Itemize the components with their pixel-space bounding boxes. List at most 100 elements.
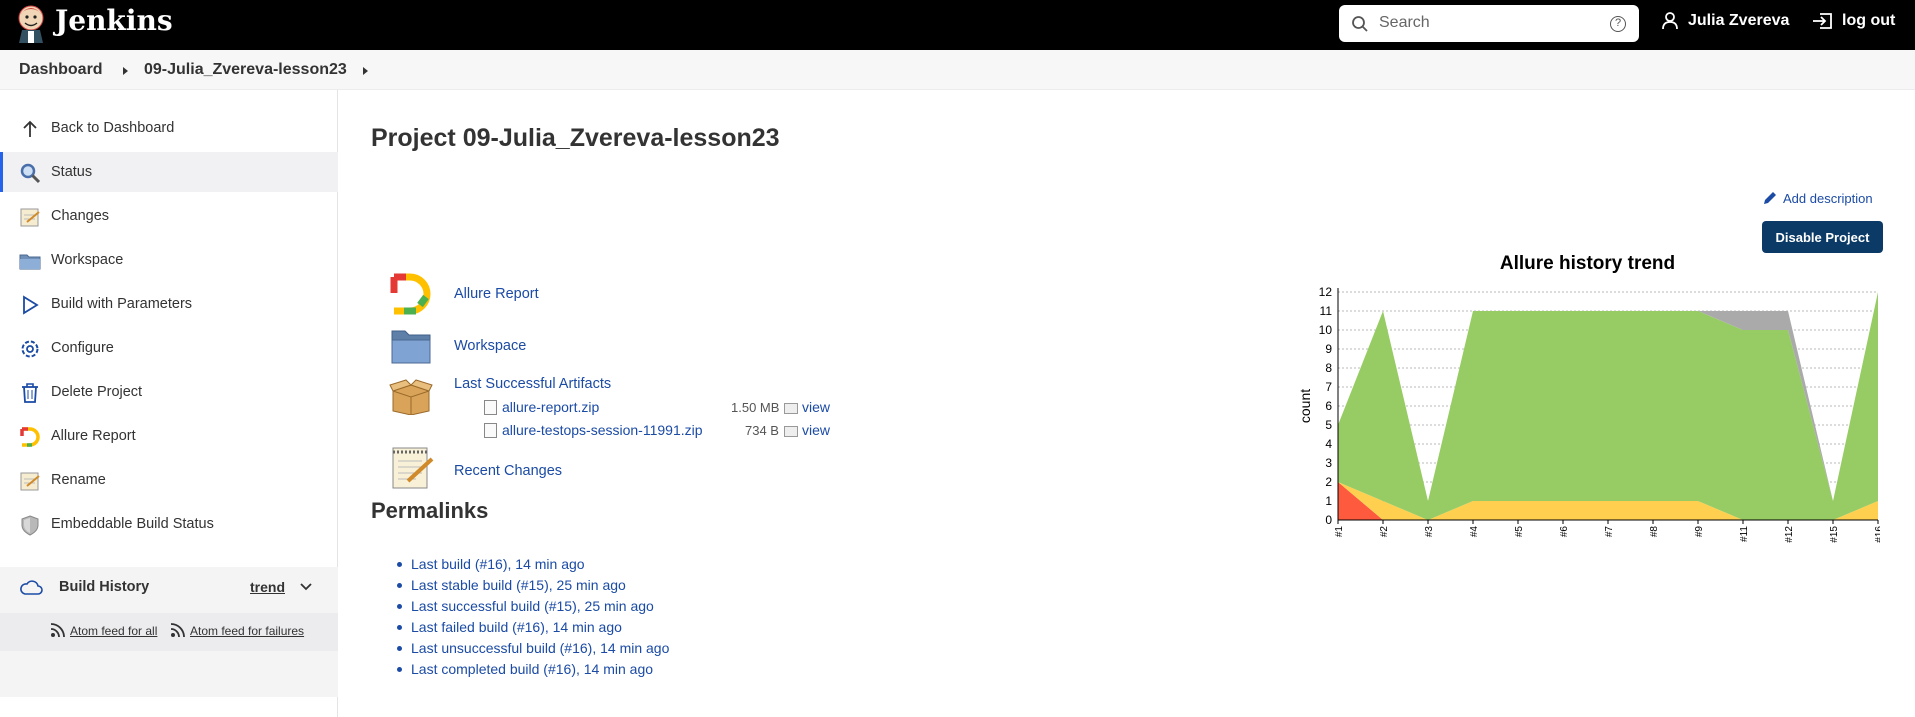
folder-icon[interactable] xyxy=(390,325,432,365)
y-tick-label: 4 xyxy=(1325,437,1332,451)
artifact-size: 734 B xyxy=(745,423,779,438)
view-icon[interactable] xyxy=(784,426,798,437)
notepad-icon[interactable] xyxy=(390,445,434,491)
x-tick-label: #1 xyxy=(1334,526,1345,538)
atom-feed-failures-link[interactable]: Atom feed for failures xyxy=(170,623,304,638)
permalink-link[interactable]: Last build (#16), 14 min ago xyxy=(411,556,585,572)
build-history-header[interactable]: Build History trend xyxy=(0,567,338,607)
x-tick-label: #11 xyxy=(1739,526,1750,542)
y-tick-label: 8 xyxy=(1325,361,1332,375)
feeds-bar: Atom feed for all Atom feed for failures xyxy=(0,613,338,651)
x-tick-label: #8 xyxy=(1649,526,1660,538)
sidebar: Back to Dashboard Status Changes Workspa… xyxy=(0,90,338,717)
package-icon[interactable] xyxy=(388,377,434,415)
sidebar-item-embeddable-build-status[interactable]: Embeddable Build Status xyxy=(0,504,338,544)
permalink-link[interactable]: Last successful build (#15), 25 min ago xyxy=(411,598,654,614)
disable-project-button[interactable]: Disable Project xyxy=(1762,221,1883,253)
y-tick-label: 3 xyxy=(1325,456,1332,470)
search-box: ? xyxy=(1339,5,1639,42)
list-item: Last failed build (#16), 14 min ago xyxy=(397,619,669,640)
y-tick-label: 12 xyxy=(1319,285,1333,299)
sidebar-item-allure-report[interactable]: Allure Report xyxy=(0,416,338,456)
file-icon xyxy=(484,400,497,415)
allure-icon xyxy=(20,427,40,447)
rss-icon xyxy=(50,623,65,638)
chevron-down-icon[interactable] xyxy=(300,583,312,591)
sidebar-item-delete-project[interactable]: Delete Project xyxy=(0,372,338,412)
permalink-link[interactable]: Last stable build (#15), 25 min ago xyxy=(411,577,626,593)
sidebar-item-label: Workspace xyxy=(51,252,124,268)
artifact-size: 1.50 MB xyxy=(731,400,780,415)
chart-title: Allure history trend xyxy=(1499,253,1676,274)
breadcrumb-project[interactable]: 09-Julia_Zvereva-lesson23 xyxy=(144,61,347,79)
artifact-view-link[interactable]: view xyxy=(802,399,830,415)
y-tick-label: 1 xyxy=(1325,494,1332,508)
user-icon xyxy=(1662,12,1678,30)
y-tick-label: 0 xyxy=(1325,513,1332,527)
breadcrumb: Dashboard 09-Julia_Zvereva-lesson23 xyxy=(0,50,1915,90)
play-icon xyxy=(23,295,39,315)
sidebar-item-label: Allure Report xyxy=(51,428,136,444)
y-axis-label: count xyxy=(1297,389,1313,423)
user-menu[interactable]: Julia Zvereva xyxy=(1662,12,1789,30)
sidebar-item-status[interactable]: Status xyxy=(0,152,338,192)
allure-icon[interactable] xyxy=(390,273,432,315)
x-tick-label: #6 xyxy=(1559,526,1570,538)
sidebar-item-label: Status xyxy=(51,164,93,180)
atom-feed-all-link[interactable]: Atom feed for all xyxy=(50,623,157,638)
last-successful-artifacts-link[interactable]: Last Successful Artifacts xyxy=(454,376,611,392)
y-tick-label: 5 xyxy=(1325,418,1332,432)
list-item: Last successful build (#15), 25 min ago xyxy=(397,598,669,619)
permalink-link[interactable]: Last unsuccessful build (#16), 14 min ag… xyxy=(411,640,669,656)
brand-name[interactable]: Jenkins xyxy=(55,4,173,37)
artifact-view-link[interactable]: view xyxy=(802,422,830,438)
x-tick-label: #7 xyxy=(1604,526,1615,538)
arrow-up-icon xyxy=(23,120,37,137)
sidebar-item-build-with-parameters[interactable]: Build with Parameters xyxy=(0,284,338,324)
sidebar-item-rename[interactable]: Rename xyxy=(0,460,338,500)
x-tick-label: #2 xyxy=(1379,526,1390,538)
gear-icon xyxy=(21,340,39,358)
sidebar-item-configure[interactable]: Configure xyxy=(0,328,338,368)
cloud-icon xyxy=(20,580,43,595)
shield-icon xyxy=(21,515,39,536)
breadcrumb-caret-icon[interactable] xyxy=(123,67,128,75)
logout-link[interactable]: log out xyxy=(1812,12,1895,30)
permalink-link[interactable]: Last completed build (#16), 14 min ago xyxy=(411,661,653,677)
logout-label: log out xyxy=(1842,12,1896,29)
jenkins-logo-icon[interactable] xyxy=(14,3,48,43)
search-input[interactable] xyxy=(1379,11,1599,35)
y-tick-label: 6 xyxy=(1325,399,1332,413)
sidebar-item-workspace[interactable]: Workspace xyxy=(0,240,338,280)
page-title: Project 09-Julia_Zvereva-lesson23 xyxy=(371,124,780,152)
permalinks-list: Last build (#16), 14 min ago Last stable… xyxy=(397,556,669,682)
recent-changes-link[interactable]: Recent Changes xyxy=(454,463,562,479)
x-tick-label: #15 xyxy=(1829,526,1840,543)
artifact-link[interactable]: allure-report.zip xyxy=(502,399,599,415)
sidebar-item-changes[interactable]: Changes xyxy=(0,196,338,236)
permalink-link[interactable]: Last failed build (#16), 14 min ago xyxy=(411,619,622,635)
workspace-link[interactable]: Workspace xyxy=(454,338,526,354)
trend-link[interactable]: trend xyxy=(250,579,285,595)
allure-trend-chart[interactable]: 0123456789101112#1 #2 #3 #4 #5 #6 #7 #8 #9 #11 #12… xyxy=(1290,278,1880,560)
file-icon xyxy=(484,423,497,438)
sidebar-item-back-to-dashboard[interactable]: Back to Dashboard xyxy=(0,108,338,148)
x-tick-label: #5 xyxy=(1514,526,1525,538)
sidebar-item-label: Build with Parameters xyxy=(51,296,193,312)
y-tick-label: 2 xyxy=(1325,475,1332,489)
sidebar-item-label: Delete Project xyxy=(51,384,143,400)
search-icon xyxy=(1352,16,1368,32)
x-tick-label: #3 xyxy=(1424,526,1435,538)
allure-report-link[interactable]: Allure Report xyxy=(454,286,539,302)
breadcrumb-dashboard[interactable]: Dashboard xyxy=(19,61,103,79)
artifact-link[interactable]: allure-testops-session-11991.zip xyxy=(502,422,703,438)
folder-icon xyxy=(19,254,41,270)
breadcrumb-caret-icon[interactable] xyxy=(363,67,368,75)
pencil-icon xyxy=(1764,192,1776,204)
help-icon[interactable]: ? xyxy=(1610,16,1626,32)
x-tick-label: #4 xyxy=(1469,526,1480,538)
view-icon[interactable] xyxy=(784,403,798,414)
atom-feed-failures-label: Atom feed for failures xyxy=(190,623,305,638)
add-description-link[interactable]: Add description xyxy=(1762,190,1873,206)
build-history-panel: Build History trend Atom feed for all At… xyxy=(0,567,338,697)
